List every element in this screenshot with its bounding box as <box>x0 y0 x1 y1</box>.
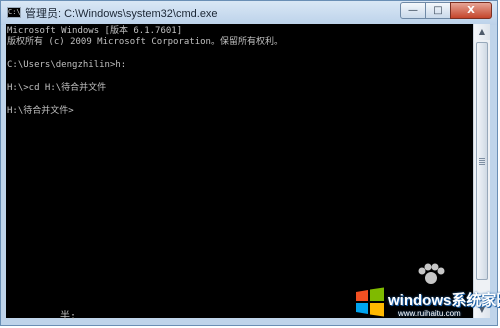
caption-buttons: — □ X <box>400 2 492 20</box>
minimize-button[interactable]: — <box>400 2 426 19</box>
console-line: H:\待合并文件> <box>7 106 74 116</box>
window-title: 管理员: C:\Windows\system32\cmd.exe <box>25 8 218 20</box>
scroll-up-icon[interactable]: ▲ <box>474 24 490 40</box>
console-line: C:\Users\dengzhilin>h: <box>7 60 127 70</box>
ime-status: 半: <box>60 311 77 322</box>
close-button[interactable]: X <box>450 2 492 19</box>
watermark-title: windows系统家园 <box>388 292 500 309</box>
windows-logo-icon <box>356 287 384 317</box>
console-line: Microsoft Windows [版本 6.1.7601] <box>7 26 183 36</box>
watermark: windows系统家园 www.ruihaitu.com <box>352 262 500 324</box>
cmd-icon[interactable]: C:\ <box>7 7 21 18</box>
paw-icon <box>418 263 445 284</box>
maximize-button[interactable]: □ <box>425 2 451 19</box>
watermark-url: www.ruihaitu.com <box>398 309 461 318</box>
title-bar[interactable]: C:\ 管理员: C:\Windows\system32\cmd.exe — □… <box>1 1 497 25</box>
scroll-thumb[interactable] <box>476 42 488 280</box>
console-line: H:\>cd H:\待合并文件 <box>7 83 107 93</box>
grip-icon <box>479 160 485 161</box>
console-line: 版权所有 (c) 2009 Microsoft Corporation。保留所有… <box>7 37 283 47</box>
